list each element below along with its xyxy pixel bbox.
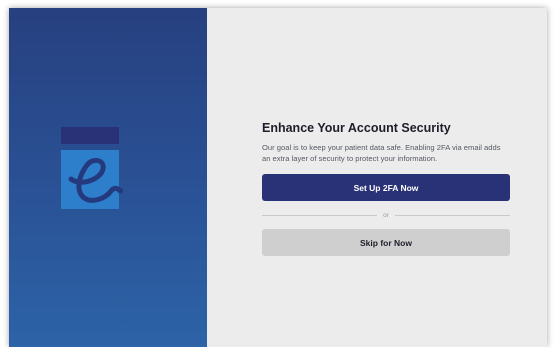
divider-line-right: [394, 214, 510, 216]
prompt-title: Enhance Your Account Security: [262, 121, 451, 135]
e-notepad-logo-icon: [61, 127, 123, 209]
security-prompt: Enhance Your Account Security Our goal i…: [262, 120, 510, 256]
app-window: Enhance Your Account Security Our goal i…: [9, 8, 547, 347]
skip-button[interactable]: Skip for Now: [262, 229, 510, 256]
divider-label: or: [383, 211, 389, 219]
or-divider: or: [262, 210, 510, 220]
divider-line-left: [262, 214, 378, 216]
setup-2fa-button[interactable]: Set Up 2FA Now: [262, 174, 510, 201]
prompt-description: Our goal is to keep your patient data sa…: [262, 143, 501, 163]
brand-panel: [9, 8, 207, 347]
content-panel: Enhance Your Account Security Our goal i…: [207, 8, 547, 347]
